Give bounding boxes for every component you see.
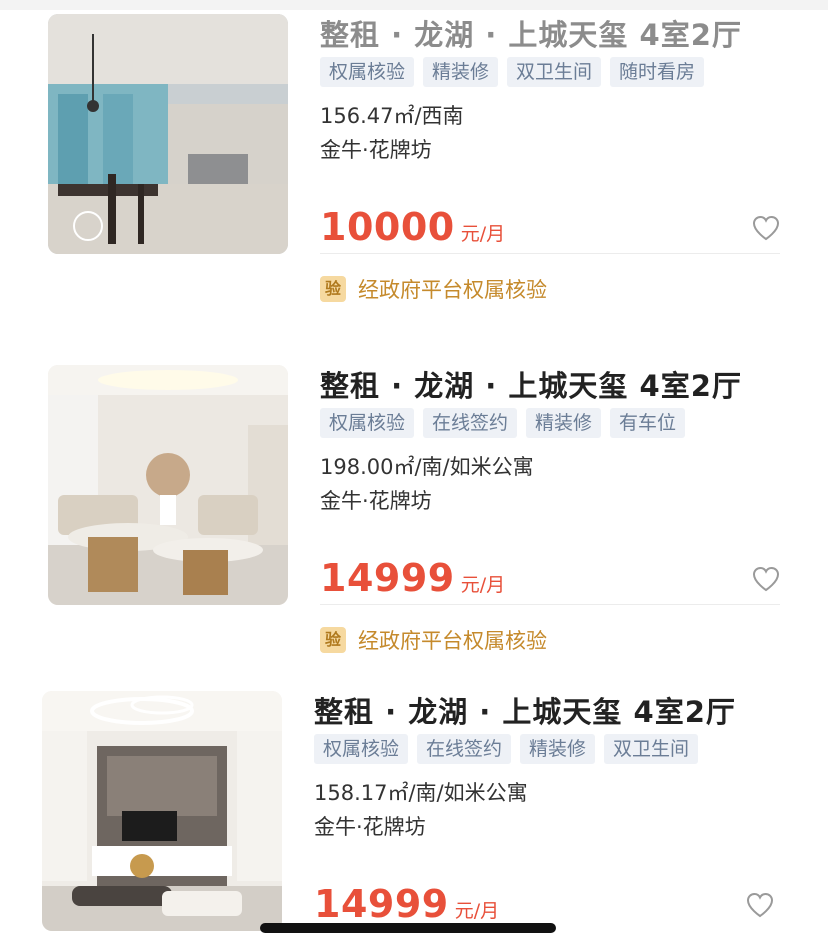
area-orientation: 158.17㎡/南/如米公寓 <box>314 781 528 805</box>
price-unit: 元/月 <box>460 223 506 245</box>
tag: 权属核验 <box>314 734 409 764</box>
tag: 双卫生间 <box>507 57 602 87</box>
listing-title[interactable]: 整租 · 龙湖 · 上城天玺 4室2厅 <box>320 363 742 405</box>
price-value: 14999 <box>314 882 449 926</box>
top-edge <box>0 0 828 10</box>
price: 14999 元/月 <box>314 882 499 926</box>
listing-title[interactable]: 整租 · 龙湖 · 上城天玺 4室2厅 <box>314 689 736 731</box>
divider <box>320 253 780 254</box>
price: 14999 元/月 <box>320 556 505 600</box>
verification-text: 经政府平台权属核验 <box>358 629 547 653</box>
listing-photo[interactable] <box>48 365 288 605</box>
verification-note: 验 经政府平台权属核验 <box>320 274 547 304</box>
verified-badge-icon: 验 <box>320 276 346 302</box>
area-orientation: 198.00㎡/南/如米公寓 <box>320 455 534 479</box>
price: 10000 元/月 <box>320 205 505 249</box>
price-value: 10000 <box>320 205 455 249</box>
heart-outline-icon[interactable] <box>752 566 780 592</box>
price-value: 14999 <box>320 556 455 600</box>
tag-list: 权属核验 在线签约 精装修 双卫生间 <box>314 734 699 764</box>
location: 金牛·花牌坊 <box>314 815 426 839</box>
tag: 权属核验 <box>320 57 415 87</box>
tag: 权属核验 <box>320 408 415 438</box>
tag: 精装修 <box>423 57 499 87</box>
verified-badge-icon: 验 <box>320 627 346 653</box>
tag-list: 权属核验 在线签约 精装修 有车位 <box>320 408 686 438</box>
heart-outline-icon[interactable] <box>746 892 774 918</box>
home-indicator[interactable] <box>260 923 556 933</box>
listing-photo[interactable] <box>42 691 282 931</box>
tag: 精装修 <box>520 734 596 764</box>
tag: 随时看房 <box>610 57 705 87</box>
tag: 双卫生间 <box>604 734 699 764</box>
price-unit: 元/月 <box>454 900 500 922</box>
listing-title[interactable]: 整租 · 龙湖 · 上城天玺 4室2厅 <box>320 12 742 54</box>
tag: 在线签约 <box>423 408 518 438</box>
location: 金牛·花牌坊 <box>320 489 432 513</box>
listing-photo[interactable] <box>48 14 288 254</box>
area-orientation: 156.47㎡/西南 <box>320 104 464 128</box>
verification-text: 经政府平台权属核验 <box>358 278 547 302</box>
tag-list: 权属核验 精装修 双卫生间 随时看房 <box>320 57 705 87</box>
heart-outline-icon[interactable] <box>752 215 780 241</box>
tag: 精装修 <box>526 408 602 438</box>
price-unit: 元/月 <box>460 574 506 596</box>
verification-note: 验 经政府平台权属核验 <box>320 625 547 655</box>
location: 金牛·花牌坊 <box>320 138 432 162</box>
tag: 有车位 <box>610 408 686 438</box>
tag: 在线签约 <box>417 734 512 764</box>
divider <box>320 604 780 605</box>
